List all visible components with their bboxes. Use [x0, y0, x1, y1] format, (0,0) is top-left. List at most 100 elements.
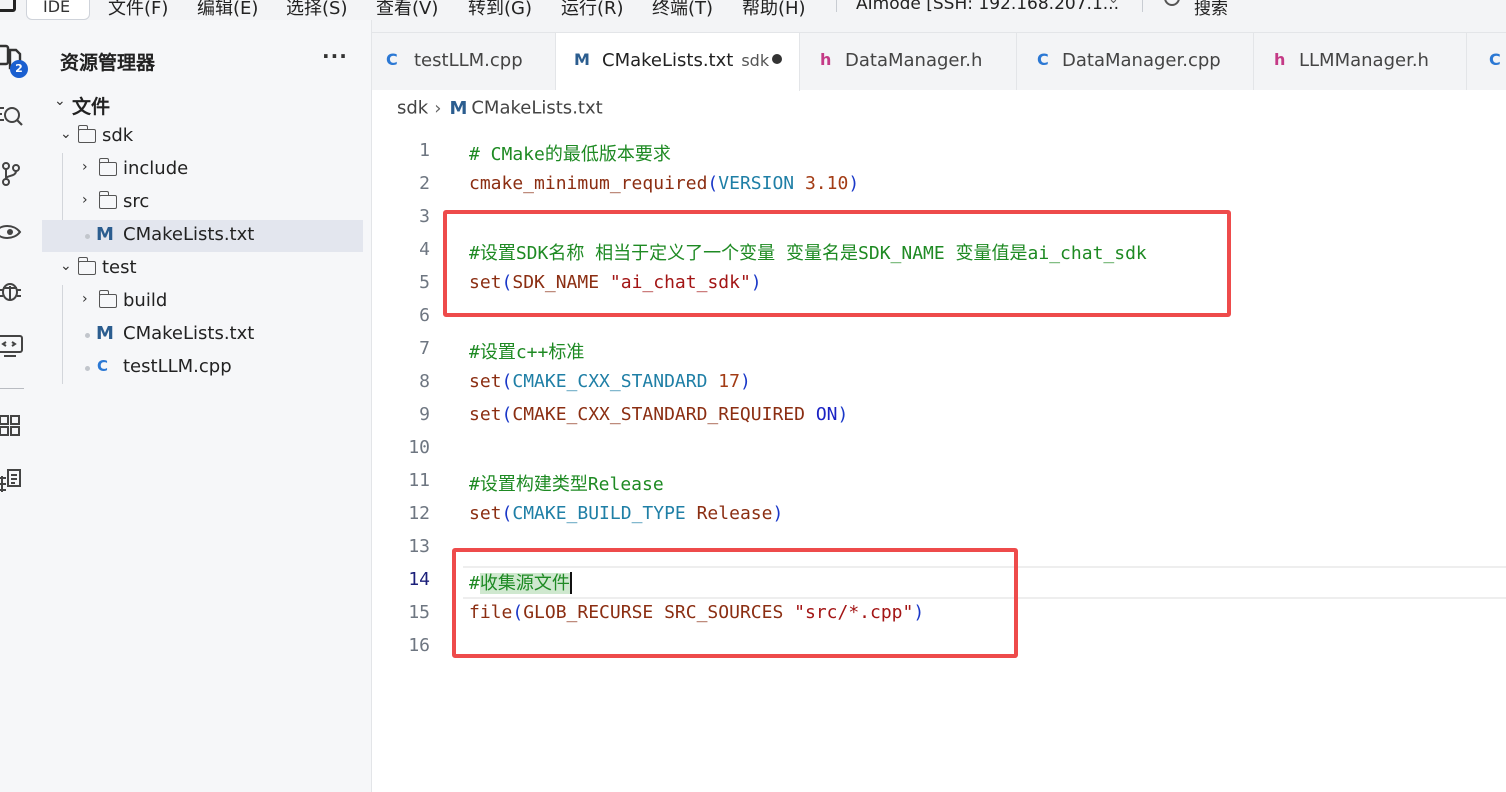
code-token: (	[707, 173, 719, 194]
menu-select[interactable]: 选择(S)	[286, 0, 347, 20]
documents-icon[interactable]	[0, 468, 28, 496]
code-line[interactable]: 10	[373, 431, 1506, 464]
code-line[interactable]: 7 #设置c++标准	[373, 332, 1506, 365]
tab-llmmanager-h[interactable]: h LLMManager.h	[1254, 32, 1467, 90]
code-token: #设置c++标准	[469, 342, 585, 363]
more-actions-icon[interactable]: ···	[322, 44, 348, 68]
menu-separator	[1142, 0, 1143, 12]
line-number: 13	[408, 536, 430, 557]
chevron-right-icon: ›	[434, 97, 442, 119]
code-token: )	[772, 503, 784, 524]
cmake-file-icon: M	[96, 323, 114, 344]
code-line[interactable]: 11 #设置构建类型Release	[373, 464, 1506, 497]
code-line[interactable]: 1 # CMake的最低版本要求	[373, 134, 1506, 167]
line-number: 11	[408, 470, 430, 491]
cmake-file-icon: M	[574, 50, 590, 69]
extensions-icon[interactable]	[0, 412, 28, 440]
explorer-badge: 2	[10, 60, 28, 78]
menu-goto[interactable]: 转到(G)	[468, 0, 532, 20]
tab-testllm-cpp[interactable]: C testLLM.cpp	[372, 32, 556, 90]
menu-help[interactable]: 帮助(H)	[742, 0, 806, 20]
chevron-down-icon: ⌄	[60, 126, 72, 142]
menu-bar: IDE 文件(F) 编辑(E) 选择(S) 查看(V) 转到(G) 运行(R) …	[0, 0, 1506, 20]
tree-folder-test[interactable]: ⌄ test	[42, 253, 363, 285]
search-box[interactable]: 搜索	[1194, 0, 1228, 19]
folder-icon	[98, 158, 117, 176]
tree-dot	[85, 333, 90, 338]
code-token: CMAKE_CXX_STANDARD	[512, 371, 708, 392]
folder-icon	[77, 257, 96, 275]
code-line[interactable]: 12 set(CMAKE_BUILD_TYPE Release)	[373, 497, 1506, 530]
source-control-icon[interactable]	[0, 160, 28, 188]
code-text[interactable]: # CMake的最低版本要求	[469, 140, 671, 166]
remote-connection-label[interactable]: AImode [SSH: 192.168.207.1...	[856, 0, 1119, 14]
breadcrumb-folder[interactable]: sdk	[397, 98, 428, 119]
code-token: )	[848, 173, 860, 194]
cpp-file-icon: C	[386, 50, 398, 69]
tree-folder-include[interactable]: › include	[42, 154, 363, 186]
tree-root-files[interactable]: ⌄ 文件	[42, 88, 363, 120]
tree-file-cmakelists-sdk[interactable]: M CMakeLists.txt	[42, 220, 363, 252]
tree-file-testllm-cpp[interactable]: C testLLM.cpp	[42, 352, 363, 384]
ide-button[interactable]: IDE	[26, 0, 90, 20]
tree-folder-src[interactable]: › src	[42, 187, 363, 219]
cpp-file-icon: C	[1489, 50, 1501, 69]
unsaved-dot-icon[interactable]	[772, 54, 782, 64]
line-number: 5	[419, 272, 430, 293]
tree-dot	[85, 234, 90, 239]
code-token: Release	[696, 503, 773, 524]
line-number: 4	[419, 239, 430, 260]
menu-separator	[836, 0, 837, 12]
code-text[interactable]: #设置构建类型Release	[469, 470, 664, 496]
breadcrumb-file[interactable]: CMakeLists.txt	[471, 98, 602, 119]
code-line[interactable]: 2 cmake_minimum_required(VERSION 3.10)	[373, 167, 1506, 200]
menu-edit[interactable]: 编辑(E)	[197, 0, 258, 20]
folder-icon	[98, 191, 117, 209]
tab-overflow[interactable]: C	[1467, 32, 1506, 90]
line-number: 7	[419, 338, 430, 359]
chevron-down-icon[interactable]: ⌄	[1108, 0, 1119, 7]
code-text[interactable]: set(CMAKE_BUILD_TYPE Release)	[469, 503, 783, 524]
code-text[interactable]: set(CMAKE_CXX_STANDARD_REQUIRED ON)	[469, 404, 848, 425]
chevron-down-icon: ⌄	[54, 93, 66, 109]
tree-folder-sdk[interactable]: ⌄ sdk	[42, 121, 363, 153]
cmake-file-icon: M	[96, 224, 114, 245]
search-icon[interactable]	[1164, 0, 1180, 6]
line-number: 15	[408, 602, 430, 623]
tab-datamanager-cpp[interactable]: C DataManager.cpp	[1017, 32, 1254, 90]
line-number: 10	[408, 437, 430, 458]
explorer-panel: 资源管理器 ··· ⌄ 文件 ⌄ sdk › include › src M C…	[40, 20, 372, 792]
menu-view[interactable]: 查看(V)	[376, 0, 438, 20]
tree-dot	[85, 366, 90, 371]
line-number: 3	[419, 206, 430, 227]
chevron-right-icon: ›	[82, 159, 88, 175]
code-token: (	[501, 404, 513, 425]
line-number: 14	[408, 569, 430, 590]
tree-file-cmakelists-test[interactable]: M CMakeLists.txt	[42, 319, 363, 351]
code-token: # CMake的最低版本要求	[469, 144, 671, 165]
menu-run[interactable]: 运行(R)	[561, 0, 624, 20]
tree-folder-build[interactable]: › build	[42, 286, 363, 318]
code-line[interactable]: 9 set(CMAKE_CXX_STANDARD_REQUIRED ON)	[373, 398, 1506, 431]
code-token: (	[501, 503, 513, 524]
code-text[interactable]: cmake_minimum_required(VERSION 3.10)	[469, 173, 859, 194]
menu-file[interactable]: 文件(F)	[108, 0, 168, 20]
code-text[interactable]: set(CMAKE_CXX_STANDARD 17)	[469, 371, 751, 392]
code-line[interactable]: 8 set(CMAKE_CXX_STANDARD 17)	[373, 365, 1506, 398]
code-token: )	[739, 371, 751, 392]
tab-cmakelists-sdk[interactable]: M CMakeLists.txt sdk	[556, 32, 800, 91]
remote-window-icon[interactable]	[0, 332, 28, 360]
chevron-right-icon: ›	[82, 291, 88, 307]
menu-terminal[interactable]: 终端(T)	[652, 0, 713, 20]
search-icon[interactable]	[0, 102, 28, 130]
editor-tab-bar: C testLLM.cpp M CMakeLists.txt sdk h Data…	[372, 20, 1506, 91]
code-token: set	[469, 371, 502, 392]
code-text[interactable]: #设置c++标准	[469, 338, 584, 364]
tab-datamanager-h[interactable]: h DataManager.h	[800, 32, 1017, 90]
remote-explorer-icon[interactable]	[0, 218, 28, 246]
debug-icon[interactable]	[0, 276, 28, 304]
code-token: VERSION	[718, 173, 795, 194]
